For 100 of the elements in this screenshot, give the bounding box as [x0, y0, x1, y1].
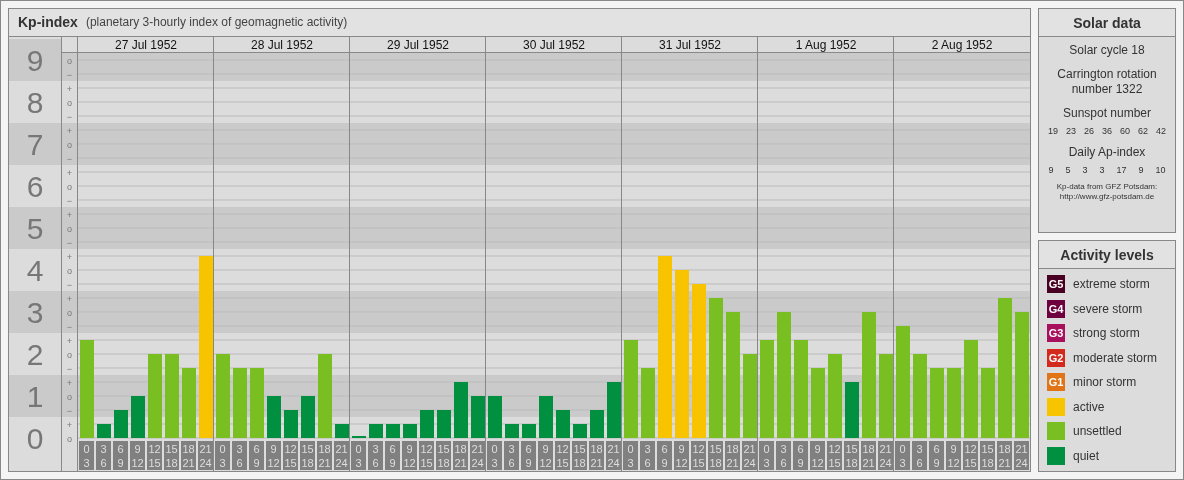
- level-badge: G2: [1047, 348, 1065, 367]
- hour-range-label: 9 12: [674, 440, 689, 470]
- kp-bar: [488, 395, 502, 438]
- kp-bar: [250, 367, 264, 438]
- hour-range-label: 21 24: [742, 440, 757, 470]
- kp-bar: [607, 381, 621, 438]
- kp-bar: [267, 395, 281, 438]
- sunspot-heading: Sunspot number: [1062, 106, 1152, 121]
- kp-bar: [539, 395, 553, 438]
- sunspot-value: 42: [1156, 126, 1167, 136]
- axis-minor-label: +: [66, 251, 73, 262]
- hour-range-label: 15 18: [300, 440, 315, 470]
- panel-title: Solar data: [1039, 9, 1175, 37]
- kp-bar: [437, 409, 451, 438]
- axis-minor-label: o: [67, 391, 72, 402]
- level-badge: G5: [1047, 275, 1065, 294]
- sunspot-value: 19: [1047, 126, 1058, 136]
- axis-minor-label: +: [66, 335, 73, 346]
- hour-range-label: 18 21: [589, 440, 604, 470]
- hour-range-label: 0 3: [79, 440, 94, 470]
- hour-range-label: 18 21: [861, 440, 876, 470]
- sunspot-value: 36: [1102, 126, 1112, 136]
- hour-range-label: 12 15: [827, 440, 842, 470]
- axis-minor-label: −: [66, 279, 73, 290]
- chart-title: Kp-index: [18, 14, 78, 31]
- kp-bar: [301, 395, 315, 438]
- sunspot-value: 60: [1120, 126, 1130, 136]
- axis-level-label: 0: [26, 421, 44, 455]
- hour-range-label: 9 12: [402, 440, 417, 470]
- axis-minor-label: o: [67, 97, 72, 108]
- level-badge: G3: [1047, 324, 1065, 343]
- axis-minor-label: −: [66, 363, 73, 374]
- level-label: minor storm: [1073, 375, 1137, 390]
- hour-range-label: 6 9: [385, 440, 400, 470]
- axis-minor-label: o: [67, 433, 72, 444]
- kp-bar: [471, 395, 485, 438]
- kp-bar: [947, 367, 961, 438]
- kp-bar: [284, 409, 298, 438]
- level-label: strong storm: [1073, 326, 1140, 341]
- hour-range-label: 12 15: [419, 440, 434, 470]
- kp-bar: [352, 435, 366, 438]
- hour-range-label: 12 15: [147, 440, 162, 470]
- kp-bar: [930, 367, 944, 438]
- hour-range-label: 21 24: [334, 440, 349, 470]
- hour-range-label: 18 21: [317, 440, 332, 470]
- hour-range-label: 0 3: [487, 440, 502, 470]
- hour-range-label: 3 6: [96, 440, 111, 470]
- kp-bar: [131, 395, 145, 438]
- hour-range-label: 6 9: [793, 440, 808, 470]
- hour-range-label: 0 3: [623, 440, 638, 470]
- hour-range-label: 12 15: [691, 440, 706, 470]
- hour-range-label: 18 21: [181, 440, 196, 470]
- kp-bar: [454, 381, 468, 438]
- hour-range-label: 0 3: [215, 440, 230, 470]
- hour-range-label: 3 6: [912, 440, 927, 470]
- axis-minor-label: +: [66, 83, 73, 94]
- hour-range-label: 21 24: [198, 440, 213, 470]
- axis-minor-label: o: [67, 349, 72, 360]
- axis-minor-label: −: [66, 321, 73, 332]
- hour-range-label: 9 12: [538, 440, 553, 470]
- hour-range-label: 21 24: [606, 440, 621, 470]
- level-label: quiet: [1073, 448, 1100, 463]
- axis-level-label: 9: [26, 43, 44, 77]
- axis-minor-label: o: [67, 139, 72, 150]
- source-note: http://www.gfz-potsdam.de: [1059, 192, 1155, 202]
- hour-range-label: 18 21: [725, 440, 740, 470]
- level-label: active: [1073, 399, 1105, 414]
- hour-range-label: 3 6: [776, 440, 791, 470]
- hour-range-label: 18 21: [453, 440, 468, 470]
- kp-bar: [590, 409, 604, 438]
- axis-level-label: 3: [26, 295, 44, 329]
- axis-level-label: 4: [26, 253, 44, 287]
- level-label: moderate storm: [1073, 350, 1158, 365]
- ap-index-value: 9: [1138, 165, 1144, 175]
- axis-minor-label: −: [66, 195, 73, 206]
- source-note: Kp-data from GFZ Potsdam:: [1056, 182, 1158, 192]
- ap-index-value: 17: [1116, 165, 1127, 175]
- axis-minor-label: +: [66, 293, 73, 304]
- axis-minor-label: −: [66, 405, 73, 416]
- axis-minor-label: +: [66, 209, 73, 220]
- axis-minor-label: +: [66, 419, 73, 430]
- axis-level-label: 5: [26, 211, 44, 245]
- hour-range-label: 12 15: [963, 440, 978, 470]
- axis-level-label: 8: [26, 85, 44, 119]
- hour-range-label: 15 18: [164, 440, 179, 470]
- axis-minor-label: −: [66, 153, 73, 164]
- hour-range-label: 9 12: [266, 440, 281, 470]
- date-label: 27 Jul 1952: [114, 37, 178, 52]
- hour-range-label: 15 18: [708, 440, 723, 470]
- hour-range-label: 15 18: [980, 440, 995, 470]
- date-label: 2 Aug 1952: [931, 37, 993, 52]
- sunspot-value: 26: [1083, 126, 1094, 136]
- level-badge: G4: [1047, 299, 1065, 318]
- axis-minor-label: +: [66, 377, 73, 388]
- axis-minor-label: o: [67, 265, 72, 276]
- panel-title: Activity levels: [1039, 241, 1175, 269]
- hour-range-label: 6 9: [113, 440, 128, 470]
- ap-index-heading: Daily Ap-index: [1068, 145, 1146, 160]
- hour-range-label: 0 3: [895, 440, 910, 470]
- axis-minor-label: +: [66, 125, 73, 136]
